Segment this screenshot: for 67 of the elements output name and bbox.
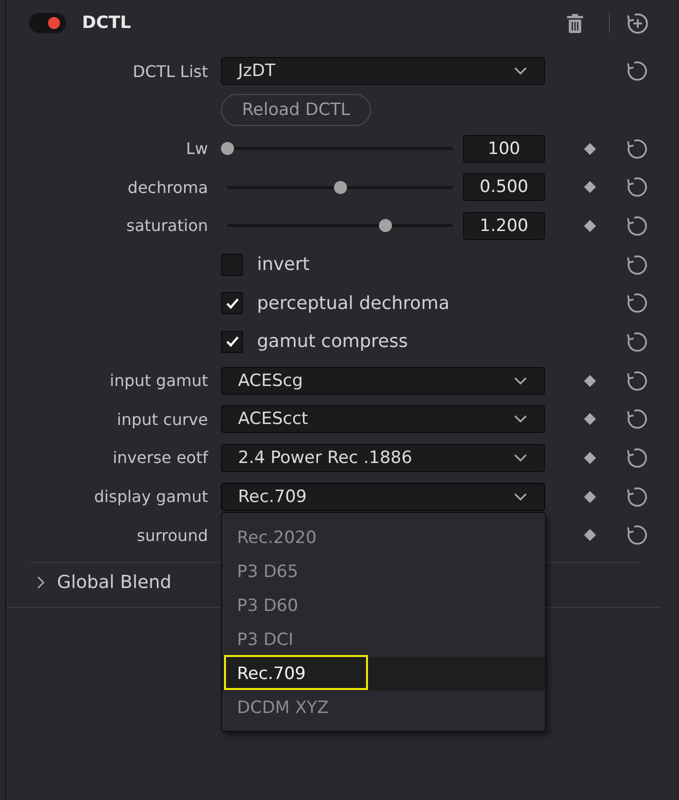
dropdown[interactable]: 2.4 Power Rec .1886 xyxy=(221,444,545,472)
dropdown[interactable]: ACEScg xyxy=(221,366,545,395)
diamond-icon[interactable] xyxy=(584,490,596,503)
diamond-icon[interactable] xyxy=(584,452,596,464)
slider-thumb[interactable] xyxy=(221,142,234,156)
power-toggle[interactable] xyxy=(29,13,66,33)
menu-option[interactable]: DCDM XYZ xyxy=(222,690,545,725)
circular-arrow-icon[interactable] xyxy=(627,293,647,314)
circular-arrow-icon[interactable] xyxy=(627,332,647,352)
checkmark-icon xyxy=(226,336,238,348)
circular-arrow-icon[interactable] xyxy=(627,177,647,198)
section-header[interactable]: Global Blend xyxy=(37,572,172,598)
slider-thumb[interactable] xyxy=(334,180,346,194)
field-label: DCTL List xyxy=(132,62,208,81)
menu-option[interactable]: P3 DCI xyxy=(222,622,545,657)
circular-arrow-icon[interactable] xyxy=(627,216,647,236)
field-label: input curve xyxy=(116,410,208,429)
diamond-icon[interactable] xyxy=(584,142,596,155)
checkmark-icon xyxy=(226,298,238,309)
diamond-icon[interactable] xyxy=(584,220,596,232)
field-label: inverse eotf xyxy=(112,448,208,468)
field-label: Lw xyxy=(186,139,208,158)
field-label: input gamut xyxy=(110,371,208,390)
panel-title: DCTL xyxy=(82,13,132,33)
reload-button[interactable]: Reload DCTL xyxy=(221,94,372,126)
diamond-icon[interactable] xyxy=(584,413,596,426)
diamond-icon[interactable] xyxy=(584,374,596,387)
chevron-right-icon xyxy=(37,576,45,590)
chevron-down-icon xyxy=(514,415,527,424)
circular-arrow-icon[interactable] xyxy=(627,448,647,468)
circular-arrow-icon[interactable] xyxy=(627,61,647,82)
diamond-icon[interactable] xyxy=(584,181,596,194)
menu-option[interactable]: P3 D65 xyxy=(222,554,545,589)
circular-arrow-icon[interactable] xyxy=(627,254,647,275)
menu-option[interactable]: P3 D60 xyxy=(222,588,545,623)
dropdown[interactable]: ACEScct xyxy=(221,405,545,434)
field-label: dechroma xyxy=(128,178,208,197)
chevron-down-icon xyxy=(514,454,527,462)
toggle-knob xyxy=(48,17,60,29)
checkbox-label: invert xyxy=(257,254,310,276)
circular-arrow-icon[interactable] xyxy=(627,486,647,507)
field-label: saturation xyxy=(126,216,208,236)
number-field[interactable]: 1.200 xyxy=(463,212,545,240)
menu-option[interactable]: Rec.709 xyxy=(222,656,545,691)
diamond-icon[interactable] xyxy=(584,529,596,542)
dropdown[interactable]: JzDT xyxy=(221,57,545,86)
circular-arrow-icon[interactable] xyxy=(627,525,647,546)
chevron-down-icon xyxy=(514,376,527,385)
menu-option[interactable]: Rec.2020 xyxy=(222,520,545,555)
circular-arrow-plus-icon[interactable] xyxy=(627,12,648,34)
slider-thumb[interactable] xyxy=(378,219,392,232)
field-label: display gamut xyxy=(94,487,208,506)
checkbox[interactable] xyxy=(221,254,243,276)
checkbox[interactable] xyxy=(221,292,243,314)
checkbox-label: perceptual dechroma xyxy=(257,292,450,314)
circular-arrow-icon[interactable] xyxy=(627,138,647,159)
checkbox[interactable] xyxy=(221,330,243,353)
chevron-down-icon xyxy=(514,67,527,76)
checkbox-label: gamut compress xyxy=(257,331,408,352)
field-label: surround xyxy=(136,526,208,545)
trash-icon[interactable] xyxy=(567,14,583,32)
number-field[interactable]: 100 xyxy=(463,134,545,163)
number-field[interactable]: 0.500 xyxy=(463,173,545,202)
circular-arrow-icon[interactable] xyxy=(627,370,647,391)
chevron-down-icon xyxy=(514,492,527,501)
dropdown[interactable]: Rec.709 xyxy=(221,482,545,511)
circular-arrow-icon[interactable] xyxy=(627,409,647,430)
